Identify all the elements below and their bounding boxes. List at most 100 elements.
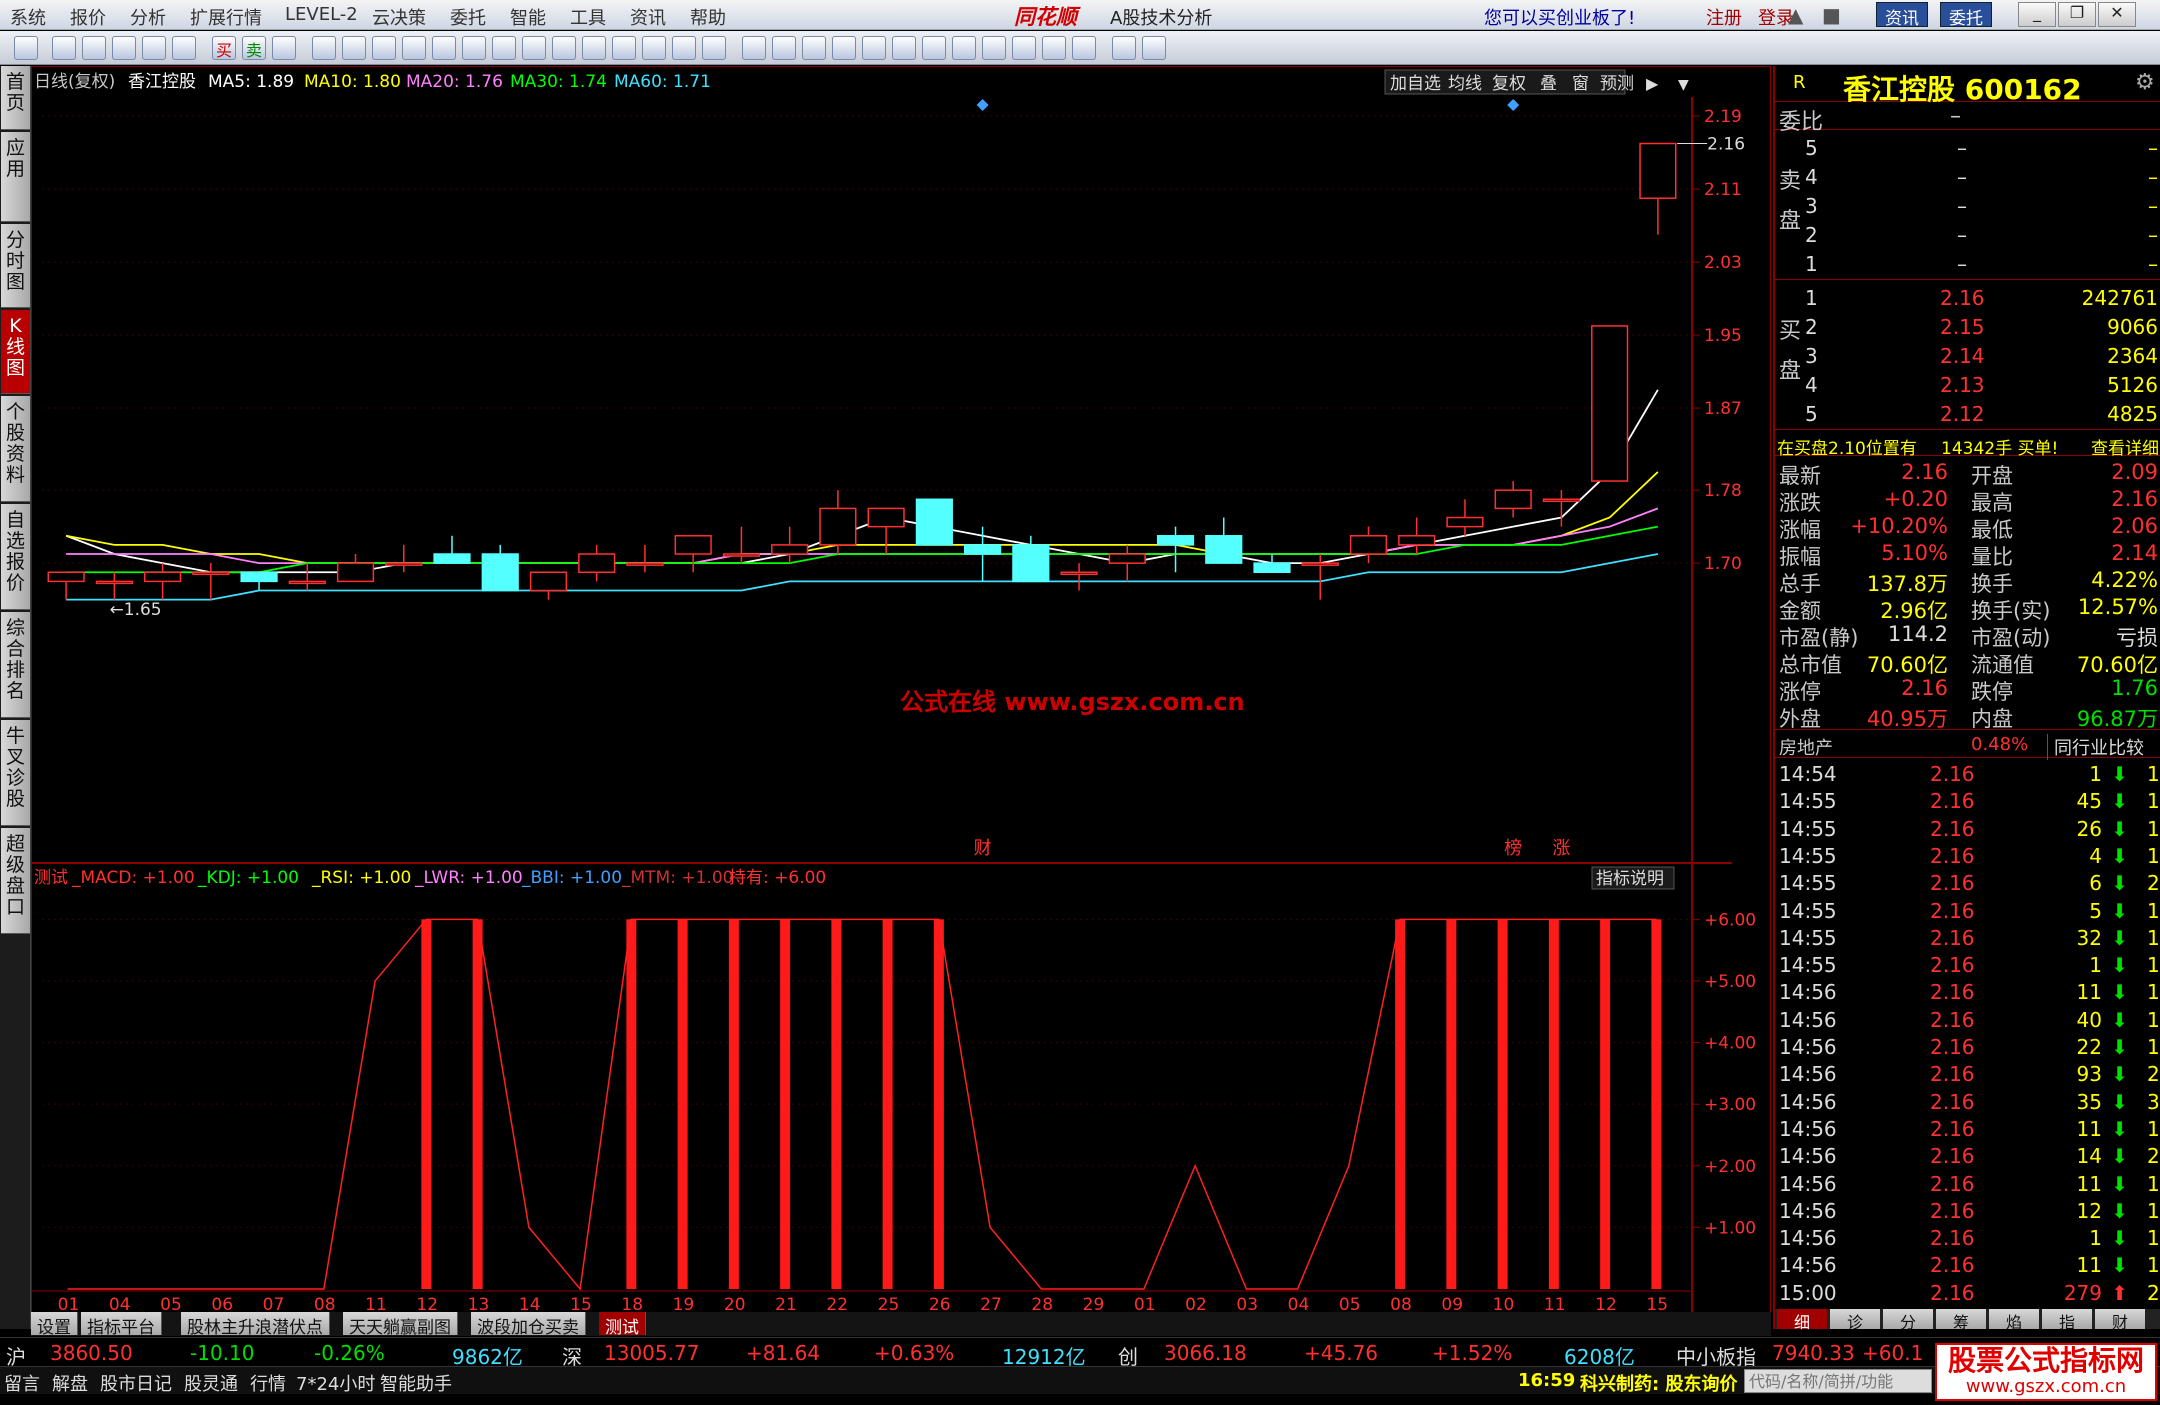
grid-icon[interactable] bbox=[492, 36, 516, 60]
sell-icon[interactable]: 卖 bbox=[242, 36, 266, 60]
panel-tab-1[interactable]: 诊 bbox=[1830, 1309, 1880, 1332]
menu-trade[interactable]: 委托 bbox=[450, 4, 486, 30]
candle-body[interactable] bbox=[1060, 571, 1098, 576]
tab-indicator-2[interactable]: 天天躺赢副图 bbox=[343, 1312, 458, 1338]
candle-body[interactable] bbox=[336, 562, 375, 583]
menu-cloud[interactable]: 云决策 bbox=[372, 4, 426, 30]
candle-icon[interactable] bbox=[832, 36, 856, 60]
menu-tools[interactable]: 工具 bbox=[570, 4, 606, 30]
menu-analysis[interactable]: 分析 bbox=[130, 4, 166, 30]
hammer-icon[interactable] bbox=[272, 36, 296, 60]
down-icon[interactable] bbox=[142, 36, 166, 60]
bank-icon[interactable] bbox=[1042, 36, 1066, 60]
candle-body[interactable] bbox=[626, 562, 664, 566]
close-button[interactable]: ✕ bbox=[2098, 2, 2136, 27]
candle-body[interactable] bbox=[1639, 142, 1677, 199]
hk-icon[interactable] bbox=[982, 36, 1006, 60]
machine-icon[interactable] bbox=[552, 36, 576, 60]
menu-ext-quotes[interactable]: 扩展行情 bbox=[190, 4, 262, 30]
panel-tab-2[interactable]: 分 bbox=[1883, 1309, 1933, 1332]
tab-news[interactable]: 资讯 bbox=[1876, 2, 1928, 29]
box-icon[interactable] bbox=[892, 36, 916, 60]
candle-body[interactable] bbox=[95, 580, 133, 585]
orderbook-row[interactable]: 1 – – bbox=[1775, 252, 2160, 279]
back-icon[interactable] bbox=[52, 36, 76, 60]
adjust-button[interactable]: 复权 bbox=[1492, 74, 1526, 94]
globe-icon[interactable] bbox=[952, 36, 976, 60]
sidebar-item-home[interactable]: 首页 bbox=[1, 66, 30, 130]
orderbook-row[interactable]: 2 2.15 9066 bbox=[1775, 315, 2160, 342]
candle-body[interactable] bbox=[1205, 535, 1243, 564]
candle-body[interactable] bbox=[578, 553, 616, 574]
sh-index[interactable]: 3860.50 bbox=[50, 1341, 133, 1365]
candle-body[interactable] bbox=[1398, 535, 1436, 546]
event-marker[interactable]: 财 bbox=[974, 838, 992, 859]
menu-level2[interactable]: LEVEL-2 bbox=[285, 4, 358, 25]
clock-icon[interactable] bbox=[342, 36, 366, 60]
forecast-icon[interactable] bbox=[582, 36, 606, 60]
buy-icon[interactable]: 买 bbox=[212, 36, 236, 60]
restore-button[interactable]: ❐ bbox=[2058, 2, 2096, 27]
event-diamond-icon[interactable] bbox=[976, 99, 989, 111]
pen-icon[interactable] bbox=[402, 36, 426, 60]
dropdown-icon[interactable]: ▼ bbox=[1678, 77, 1689, 93]
notice-detail-link[interactable]: 查看详细 bbox=[2091, 434, 2159, 459]
event-marker[interactable]: 榜 bbox=[1504, 838, 1522, 859]
candle-body[interactable] bbox=[722, 553, 761, 557]
candle-body[interactable] bbox=[1542, 498, 1581, 503]
tab-indicator-platform[interactable]: 指标平台 bbox=[81, 1312, 162, 1338]
panel-tab-3[interactable]: 筹 bbox=[1936, 1309, 1986, 1332]
ipo-icon[interactable] bbox=[702, 36, 726, 60]
forward-icon[interactable] bbox=[82, 36, 106, 60]
candle-body[interactable] bbox=[674, 535, 712, 555]
sidebar-item-profile[interactable]: 个股资料 bbox=[1, 396, 30, 502]
code-search-input[interactable] bbox=[1744, 1369, 1932, 1393]
event-diamond-icon[interactable] bbox=[1507, 99, 1520, 111]
forecast-button[interactable]: 预测 bbox=[1600, 74, 1634, 94]
panel-tab-0[interactable]: 细 bbox=[1777, 1309, 1827, 1332]
message-button[interactable]: 留言 bbox=[4, 1370, 40, 1396]
trend-icon[interactable] bbox=[772, 36, 796, 60]
orderbook-row[interactable]: 5 – – bbox=[1775, 136, 2160, 163]
orderbook-row[interactable]: 3 – – bbox=[1775, 194, 2160, 221]
report-icon[interactable] bbox=[462, 36, 486, 60]
commentary-button[interactable]: 解盘 bbox=[52, 1370, 88, 1396]
gz-icon[interactable] bbox=[862, 36, 886, 60]
kline-chart[interactable]: 日线(复权) 香江控股 MA5: 1.89 MA10: 1.80 MA20: 1… bbox=[32, 67, 1772, 1313]
orderbook-row[interactable]: 2 – – bbox=[1775, 223, 2160, 250]
candle-body[interactable] bbox=[1108, 553, 1146, 564]
panel-tab-4[interactable]: 焰 bbox=[1989, 1309, 2039, 1332]
menu-info[interactable]: 资讯 bbox=[630, 4, 666, 30]
panel-tab-5[interactable]: 指 bbox=[2042, 1309, 2092, 1332]
tab-indicator-3[interactable]: 波段加仓买卖 bbox=[471, 1312, 586, 1338]
candle-body[interactable] bbox=[47, 571, 85, 583]
warning-icon[interactable] bbox=[672, 36, 696, 60]
refresh-icon[interactable] bbox=[172, 36, 196, 60]
sector-compare-button[interactable]: 同行业比较 bbox=[2047, 734, 2144, 760]
candle-body[interactable] bbox=[143, 571, 182, 583]
gulingtong-button[interactable]: 股灵通 bbox=[184, 1370, 238, 1396]
menu-help[interactable]: 帮助 bbox=[690, 4, 726, 30]
ah-icon[interactable] bbox=[612, 36, 636, 60]
edit-icon[interactable] bbox=[1112, 36, 1136, 60]
register-link[interactable]: 注册 bbox=[1706, 4, 1742, 30]
tab-test[interactable]: 测试 bbox=[599, 1312, 646, 1338]
us-flag-icon[interactable] bbox=[1072, 36, 1096, 60]
candle-body[interactable] bbox=[867, 507, 905, 528]
event-marker[interactable]: 涨 bbox=[1552, 838, 1570, 859]
bell-icon[interactable]: ▲ bbox=[1788, 3, 1803, 27]
candle-body[interactable] bbox=[1253, 562, 1291, 574]
candle-body[interactable] bbox=[1446, 516, 1484, 528]
sidebar-item-diagnose[interactable]: 牛叉诊股 bbox=[1, 720, 30, 826]
quan-icon[interactable] bbox=[922, 36, 946, 60]
candle-body[interactable] bbox=[1349, 535, 1388, 555]
candle-body[interactable] bbox=[963, 544, 1002, 555]
fund-icon[interactable] bbox=[642, 36, 666, 60]
menu-quotes[interactable]: 报价 bbox=[70, 4, 106, 30]
menu-smart[interactable]: 智能 bbox=[510, 4, 546, 30]
sidebar-item-super-level[interactable]: 超级盘口 bbox=[1, 828, 30, 934]
orderbook-row[interactable]: 5 2.12 4825 bbox=[1775, 402, 2160, 429]
shirt-icon[interactable]: ■ bbox=[1822, 3, 1841, 27]
tab-indicator-1[interactable]: 股林主升浪潜伏点 bbox=[181, 1312, 330, 1338]
news-ticker[interactable]: 科兴制药: 股东询价 bbox=[1580, 1370, 1737, 1396]
